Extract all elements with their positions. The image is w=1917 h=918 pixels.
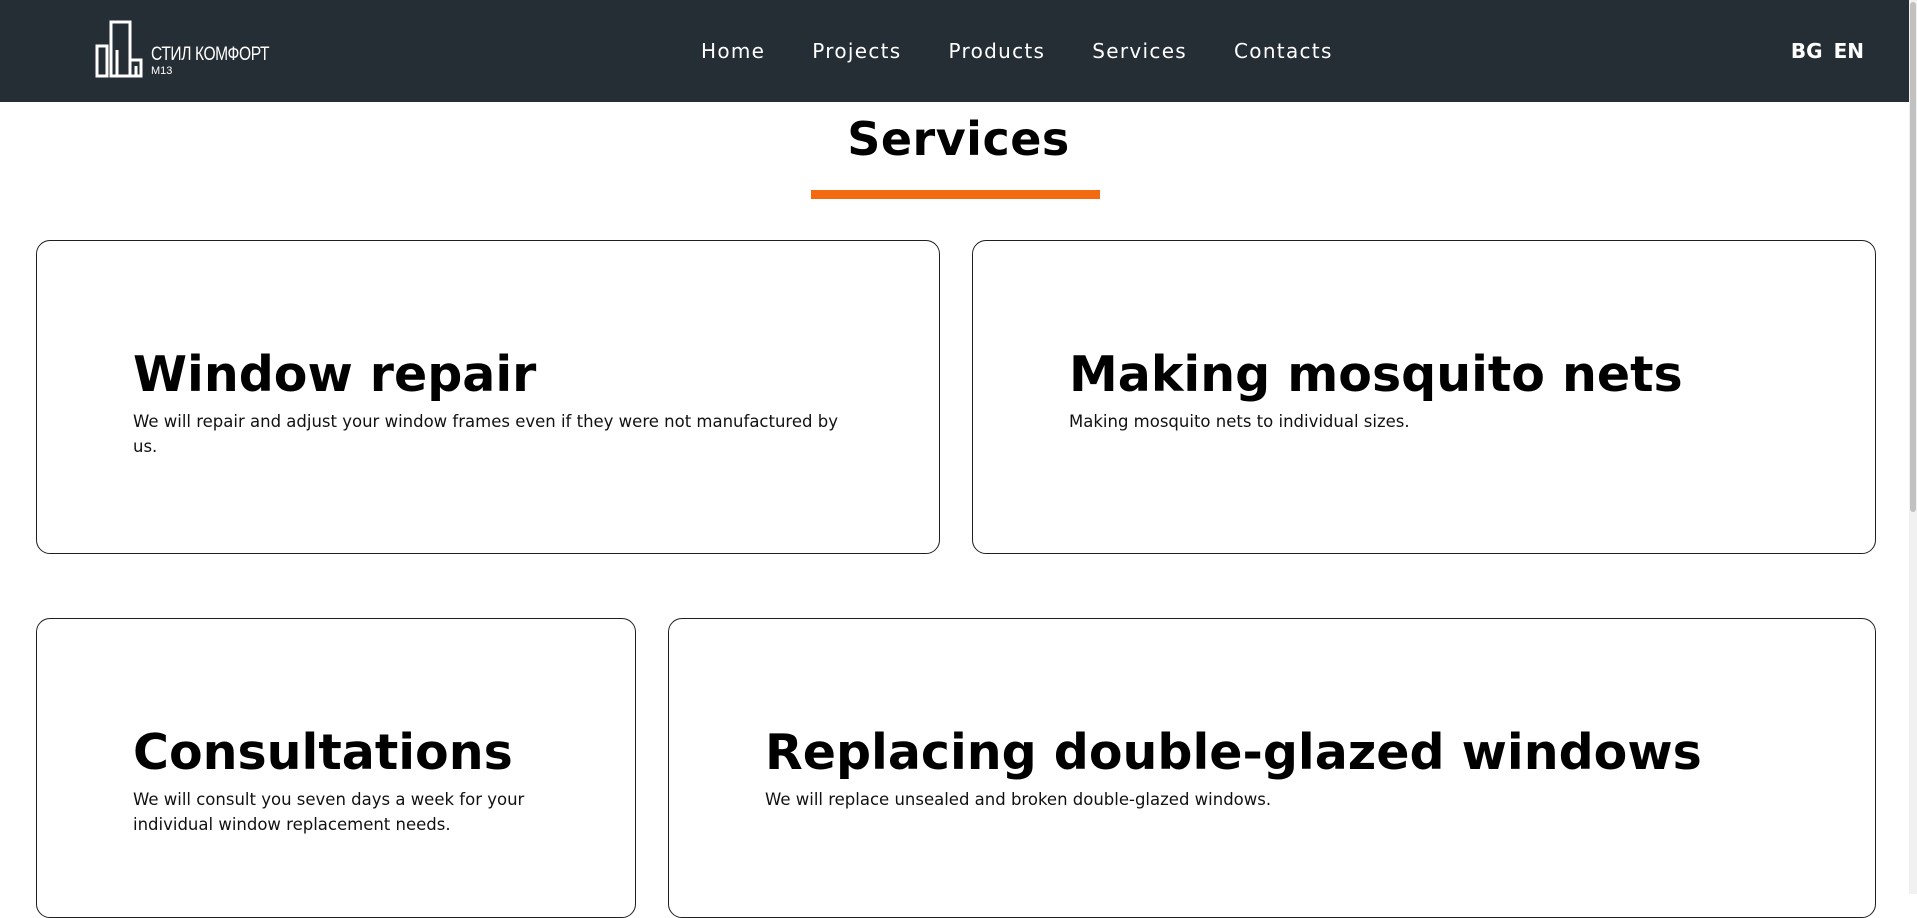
top-navbar: СТИЛ КОМФОРТ М13 Home Projects Products … <box>0 0 1917 102</box>
main-nav: Home Projects Products Services Contacts <box>701 36 1333 66</box>
service-description: We will repair and adjust your window fr… <box>133 412 838 456</box>
service-title: Consultations <box>133 724 513 781</box>
lang-bg[interactable]: BG <box>1791 36 1823 66</box>
page-scrollbar[interactable] <box>1909 0 1917 894</box>
nav-home[interactable]: Home <box>701 36 765 66</box>
lang-en[interactable]: EN <box>1834 36 1864 66</box>
logo-subtitle: М13 <box>151 65 173 77</box>
scrollbar-thumb[interactable] <box>1910 2 1916 512</box>
nav-contacts[interactable]: Contacts <box>1234 36 1333 66</box>
logo-name: СТИЛ КОМФОРТ <box>151 44 270 65</box>
service-title: Making mosquito nets <box>1069 346 1683 403</box>
title-underline <box>811 190 1100 199</box>
service-card-mosquito-nets[interactable]: Making mosquito nets Making mosquito net… <box>972 240 1876 554</box>
service-title: Window repair <box>133 346 537 403</box>
language-switcher: BG EN <box>1791 36 1864 66</box>
logo-buildings-icon <box>95 20 143 78</box>
service-card-consultations[interactable]: Consultations We will consult you seven … <box>36 618 636 918</box>
nav-projects[interactable]: Projects <box>812 36 901 66</box>
nav-products[interactable]: Products <box>949 36 1046 66</box>
service-card-double-glazed[interactable]: Replacing double-glazed windows We will … <box>668 618 1876 918</box>
service-card-window-repair[interactable]: Window repair We will repair and adjust … <box>36 240 940 554</box>
service-description: We will consult you seven days a week fo… <box>133 790 525 834</box>
logo-text: СТИЛ КОМФОРТ М13 <box>151 44 295 78</box>
section-title: Services <box>847 112 1070 166</box>
service-description: Making mosquito nets to individual sizes… <box>1069 412 1410 431</box>
logo[interactable]: СТИЛ КОМФОРТ М13 <box>95 20 295 80</box>
service-description: We will replace unsealed and broken doub… <box>765 790 1272 809</box>
service-title: Replacing double-glazed windows <box>765 724 1702 781</box>
nav-services[interactable]: Services <box>1092 36 1187 66</box>
